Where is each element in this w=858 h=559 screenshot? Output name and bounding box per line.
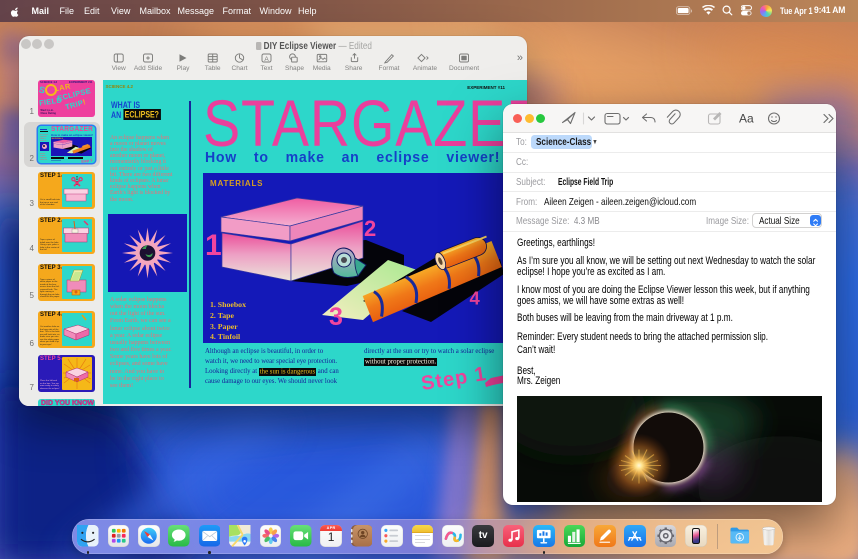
svg-text:3: 3 xyxy=(329,303,343,331)
svg-text:Aa: Aa xyxy=(739,112,754,126)
svg-text:A: A xyxy=(264,56,269,63)
svg-text:4: 4 xyxy=(470,288,481,309)
svg-text:1: 1 xyxy=(205,229,222,262)
svg-text:2: 2 xyxy=(364,216,376,241)
